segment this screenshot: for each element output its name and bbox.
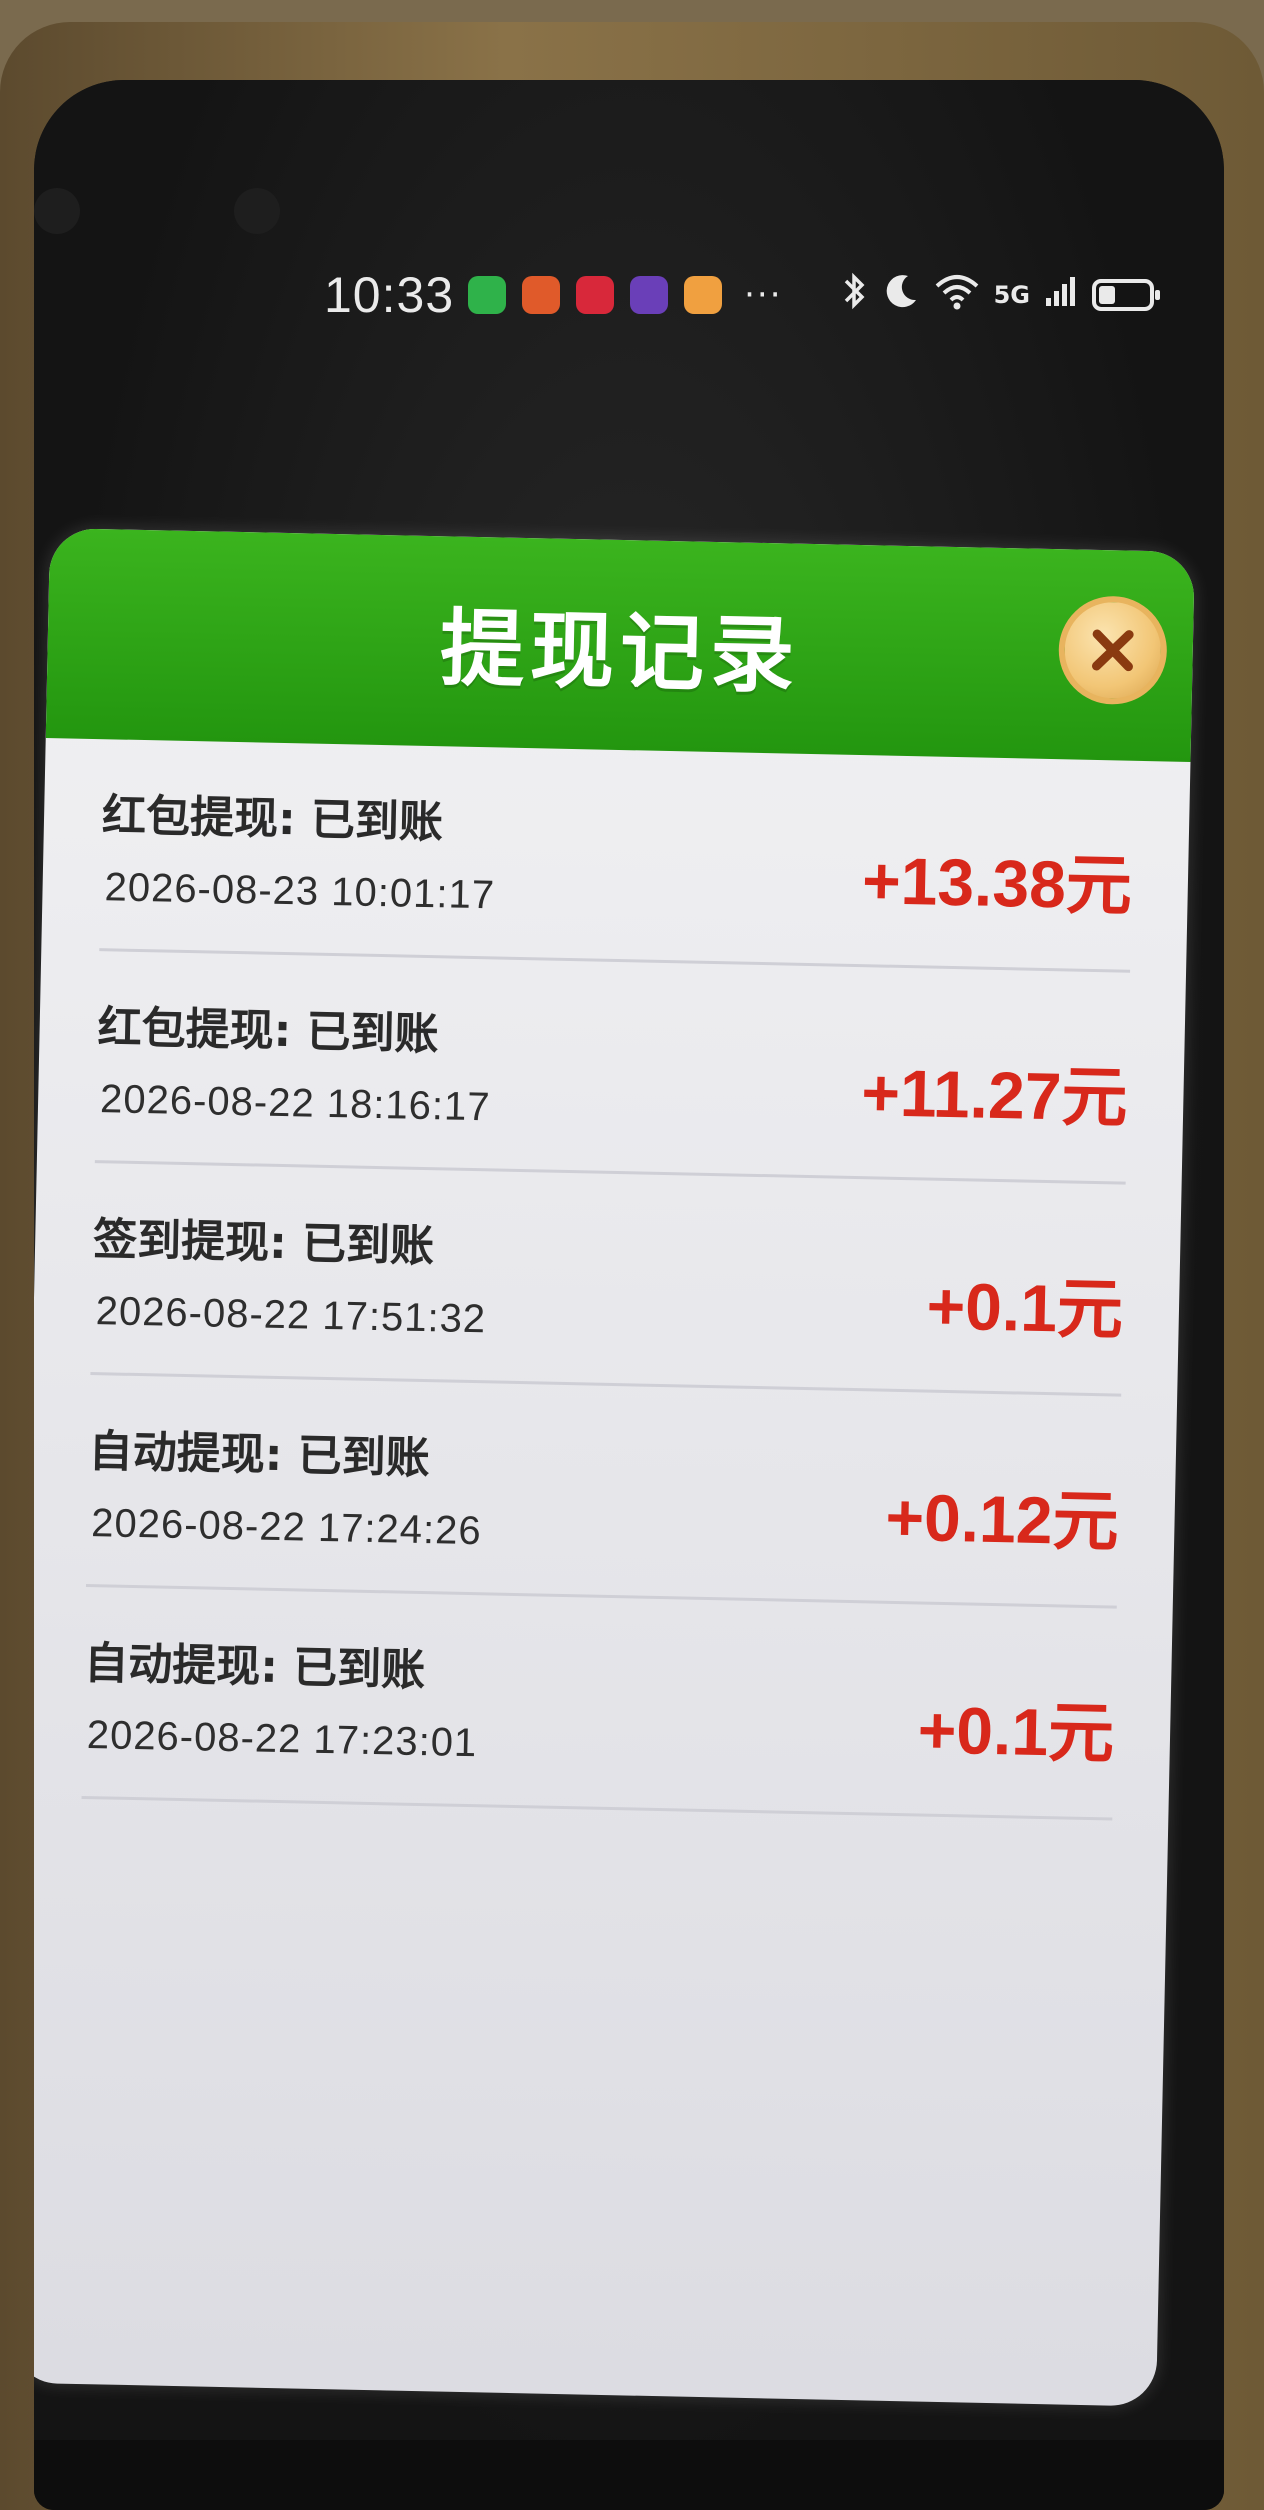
record-title: 自动提现: 已到账: [88, 1426, 431, 1485]
record-amount: +0.12元: [884, 1479, 1120, 1559]
record-time: 2026-08-22 17:23:01: [86, 1713, 478, 1766]
record-amount: +11.27元: [860, 1055, 1129, 1135]
battery-level: [1099, 286, 1116, 304]
app-icon-red: [576, 276, 615, 314]
record-list: 红包提现: 已到账 2026-08-23 10:01:17 +13.38元 红包…: [34, 738, 1190, 1822]
list-item: 签到提现: 已到账 2026-08-22 17:51:32 +0.1元: [90, 1163, 1126, 1397]
app-icon-purple: [630, 276, 669, 314]
camera-lens-icon: [234, 188, 280, 234]
phone-screen: 10:33 ··· 5G 提现记录 红包提现: 已到账 2026-08-23 1…: [34, 80, 1224, 2510]
record-title: 红包提现: 已到账: [101, 790, 444, 849]
list-item: 红包提现: 已到账 2026-08-22 18:16:17 +11.27元: [94, 951, 1131, 1185]
wechat-icon: [468, 276, 507, 314]
list-item: 自动提现: 已到账 2026-08-22 17:23:01 +0.1元: [81, 1586, 1117, 1821]
dialog-title: 提现记录: [439, 598, 802, 705]
record-title: 自动提现: 已到账: [83, 1637, 426, 1697]
status-time: 10:33: [324, 267, 455, 323]
record-title: 红包提现: 已到账: [97, 1002, 440, 1061]
record-title: 签到提现: 已到账: [92, 1214, 435, 1273]
camera-lens-icon: [34, 188, 80, 234]
moon-icon: [882, 272, 920, 318]
more-notifications-icon: ···: [744, 275, 783, 315]
withdrawal-records-dialog: 提现记录 红包提现: 已到账 2026-08-23 10:01:17 +13.3…: [34, 528, 1195, 2407]
record-time: 2026-08-22 17:51:32: [95, 1289, 487, 1342]
app-icon-yellow: [684, 276, 723, 314]
record-amount: +0.1元: [917, 1692, 1115, 1771]
battery-icon: [1092, 279, 1160, 311]
record-amount: +13.38元: [861, 843, 1133, 923]
dialog-header: 提现记录: [45, 528, 1195, 762]
list-item: 自动提现: 已到账 2026-08-22 17:24:26 +0.12元: [85, 1375, 1122, 1609]
status-bar: 10:33 ··· 5G: [324, 260, 1224, 330]
close-icon: [1091, 629, 1134, 672]
record-time: 2026-08-22 18:16:17: [99, 1077, 491, 1130]
record-time: 2026-08-22 17:24:26: [90, 1501, 483, 1554]
status-indicators: 5G: [842, 271, 1160, 319]
screen-bottom-edge: [34, 2440, 1224, 2510]
signal-icon: [1044, 274, 1078, 316]
list-item: 红包提现: 已到账 2026-08-23 10:01:17 +13.38元: [99, 739, 1135, 973]
record-time: 2026-08-23 10:01:17: [104, 865, 496, 918]
wifi-icon: [934, 272, 980, 318]
network-type-label: 5G: [993, 281, 1030, 309]
bluetooth-icon: [842, 271, 868, 319]
record-amount: +0.1元: [925, 1268, 1124, 1347]
close-button[interactable]: [1057, 595, 1168, 706]
app-icon-orange: [522, 276, 561, 314]
